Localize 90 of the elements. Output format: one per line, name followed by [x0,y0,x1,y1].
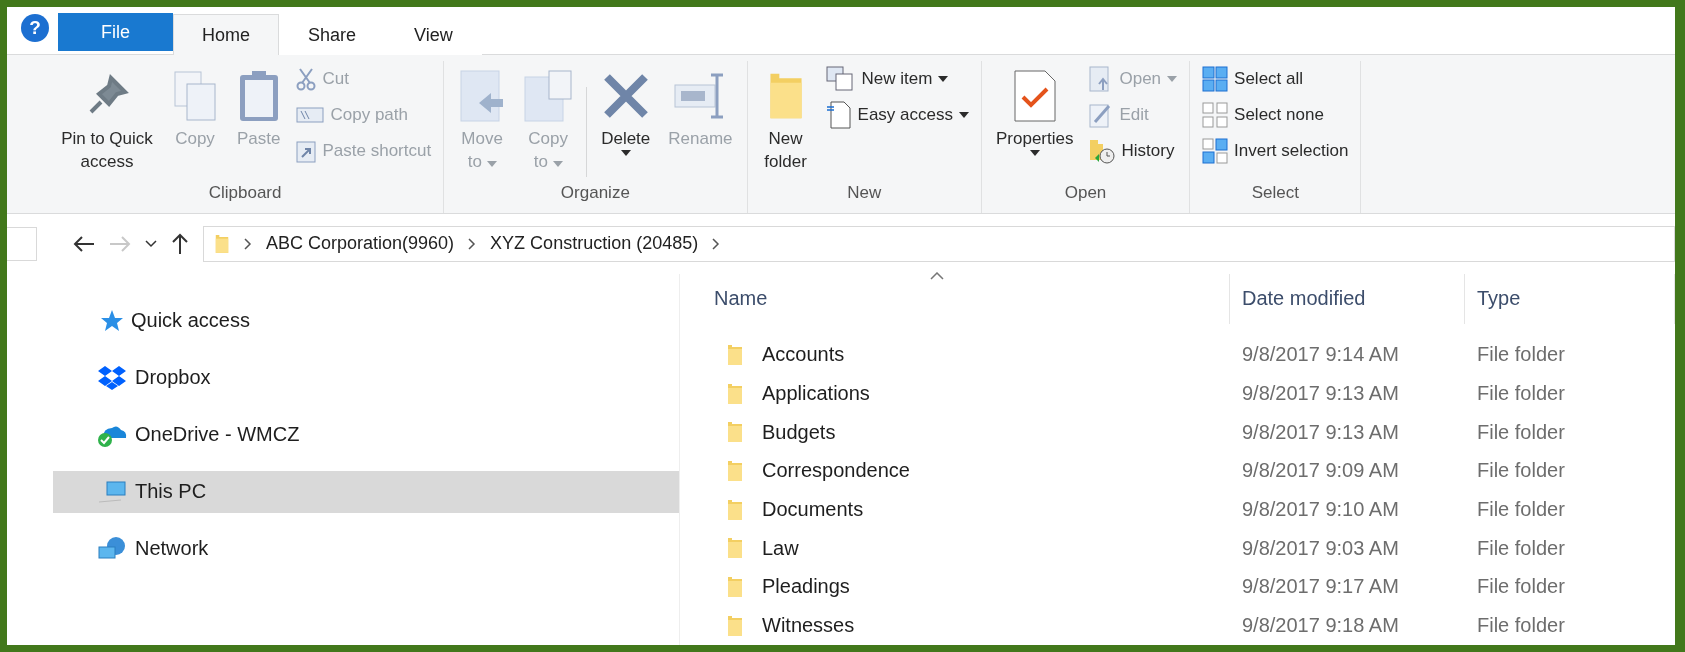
help-button[interactable]: ? [21,14,49,43]
ribbon-button[interactable]: Properties [990,61,1080,161]
new-item-icon [825,66,856,93]
column-header[interactable]: Name [680,273,1230,324]
file-type: File folder [1476,459,1566,483]
file-menu-tab[interactable]: File [58,13,173,52]
date-modified: 9/8/2017 9:09 AM [1241,459,1400,483]
grid-icon [1202,66,1229,93]
folder-icon [726,382,744,405]
nav-item[interactable]: Quick access [53,299,679,342]
shortcut-icon [296,139,317,164]
search-field[interactable] [7,226,37,261]
up-button[interactable] [171,232,189,255]
address-bar[interactable]: ABC Corporation(9960) XYZ Construction (20485) [203,225,1675,262]
ribbon-button[interactable]: Pin to Quick access [55,61,159,178]
ribbon-button[interactable]: Invert selection [1198,135,1353,168]
nav-item[interactable]: OneDrive - WMCZ [53,413,679,456]
date-modified: 9/8/2017 9:18 AM [1241,614,1400,638]
column-header[interactable]: Type [1465,273,1675,324]
breadcrumb[interactable]: XYZ Construction (20485) [490,233,699,255]
date-modified: 9/8/2017 9:03 AM [1241,536,1400,560]
ribbon-tab[interactable]: Home [173,14,280,56]
folder-icon [726,343,744,366]
file-name[interactable]: Applications [762,382,870,406]
file-name[interactable]: Accounts [762,343,845,367]
folder-icon [726,537,744,560]
file-name[interactable]: Law [762,536,799,560]
chevron-icon [244,237,252,250]
file-name[interactable]: Documents [762,498,864,522]
ribbon-button[interactable]: Select none [1198,99,1353,132]
ribbon-button[interactable]: Delete [595,61,657,161]
folder-icon [214,233,230,254]
grid-icon [1202,138,1229,165]
grid-icon [1202,102,1229,129]
copy-icon [171,70,219,123]
date-modified: 9/8/2017 9:14 AM [1241,343,1400,367]
document-check-icon [1012,69,1057,124]
group-label: Clipboard [207,182,283,205]
date-modified: 9/8/2017 9:13 AM [1241,420,1400,444]
computer-icon [97,479,127,504]
folder-icon [726,421,744,444]
file-name[interactable]: Witnesses [762,614,855,638]
sort-icon [930,271,944,280]
file-type: File folder [1476,382,1566,406]
ribbon-button[interactable]: New item [821,63,973,96]
caret-icon [1029,150,1040,157]
ribbon-button[interactable]: History [1085,135,1182,168]
chevron-icon [712,237,721,250]
close-icon [602,73,649,120]
chevron-icon [468,237,477,250]
history-icon [1089,138,1116,165]
path-icon [296,107,325,124]
back-button[interactable] [73,234,95,253]
folder-icon [726,498,744,521]
date-modified: 9/8/2017 9:10 AM [1241,498,1400,522]
scissors-icon [296,67,317,92]
file-name[interactable]: Correspondence [762,459,910,483]
group-label: Organize [559,182,631,205]
column-header[interactable]: Date modified [1230,273,1465,324]
nav-item[interactable]: This PC [53,470,679,513]
folder-icon [726,575,744,598]
file-type: File folder [1476,575,1566,599]
ribbon-button[interactable]: Easy access [821,99,973,132]
breadcrumb[interactable]: ABC Corporation(9960) [266,233,455,255]
date-modified: 9/8/2017 9:17 AM [1241,575,1400,599]
ribbon-button[interactable]: Select all [1198,63,1353,96]
folder-icon [726,459,744,482]
caret-icon [620,150,631,157]
box-icon [97,364,127,391]
copy-icon [523,69,574,124]
file-type: File folder [1476,498,1566,522]
file-type: File folder [1476,420,1566,444]
group-label: Open [1063,182,1108,205]
nav-item[interactable]: Network [53,527,679,570]
file-name[interactable]: Pleadings [762,575,850,599]
file-type: File folder [1476,343,1566,367]
recent-locations-button[interactable] [145,239,157,248]
date-modified: 9/8/2017 9:13 AM [1241,382,1400,406]
file-type: File folder [1476,614,1566,638]
ribbon-button[interactable]: New folder [755,61,816,178]
clipboard-icon [237,69,280,124]
network-icon [97,535,127,562]
group-label: Select [1250,182,1300,205]
move-icon [459,69,506,124]
nav-item[interactable]: Dropbox [53,356,679,399]
folder-icon [726,614,744,637]
document-icon [825,101,852,130]
file-name[interactable]: Budgets [762,420,836,444]
group-label: New [846,182,883,205]
file-type: File folder [1476,536,1566,560]
